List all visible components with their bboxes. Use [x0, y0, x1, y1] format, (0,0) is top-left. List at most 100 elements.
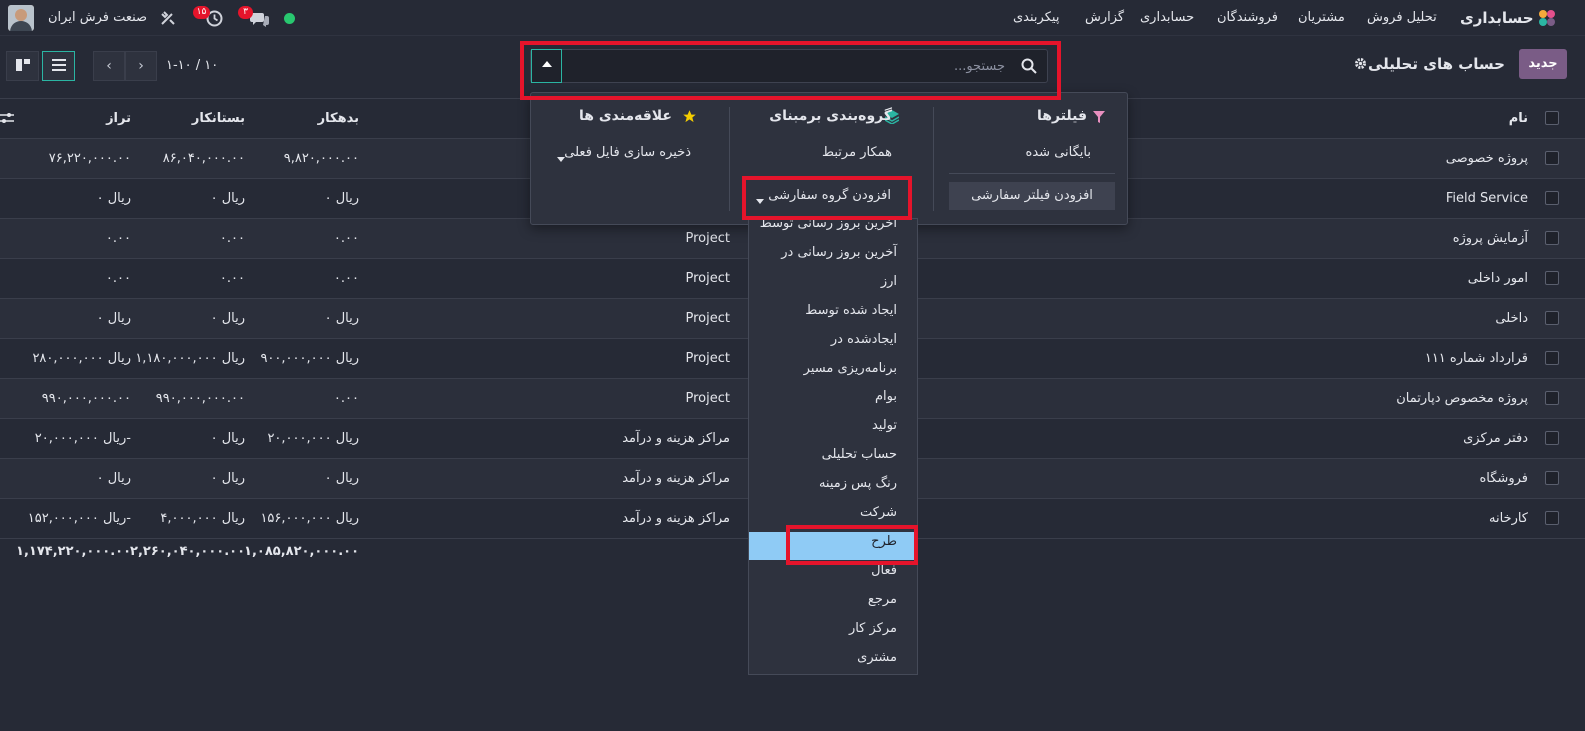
total-balance: ۱,۱۷۴,۲۲۰,۰۰۰.۰۰: [16, 544, 131, 559]
filter-archived[interactable]: بایگانی شده: [1026, 145, 1091, 160]
cell-name: آزمایش پروژه: [1452, 231, 1528, 246]
user-avatar[interactable]: [8, 5, 34, 31]
cell-plan: مراکز هزینه و درآمد: [622, 511, 730, 526]
company-name[interactable]: صنعت فرش ایران: [48, 10, 147, 25]
pager-next-button[interactable]: ›: [125, 51, 157, 81]
tools-icon[interactable]: [160, 10, 176, 26]
menu-customers[interactable]: مشتریان: [1298, 10, 1345, 25]
row-checkbox[interactable]: [1545, 311, 1559, 325]
row-checkbox[interactable]: [1545, 271, 1559, 285]
cell-name: فروشگاه: [1479, 471, 1528, 486]
cell-debit: ریال ۲۰,۰۰۰,۰۰۰: [267, 431, 359, 446]
group-option[interactable]: ایجاد شده توسط: [805, 297, 897, 325]
cell-plan: Project: [685, 231, 730, 246]
cell-debit: ریال ۰: [324, 311, 359, 326]
cell-credit: ریال ۱,۱۸۰,۰۰۰,۰۰۰: [135, 351, 245, 366]
menu-accounting[interactable]: حسابداری: [1140, 10, 1194, 25]
column-header-debit[interactable]: بدهکار: [318, 111, 359, 126]
group-option[interactable]: آخرین بروز رسانی در: [781, 239, 897, 267]
group-option[interactable]: حساب تحلیلی: [822, 441, 897, 469]
menu-sales-analysis[interactable]: تحلیل فروش: [1367, 10, 1437, 25]
group-option[interactable]: شرکت: [860, 499, 897, 527]
group-by-partner[interactable]: همکار مرتبط: [822, 145, 892, 160]
search-options-toggle[interactable]: [531, 49, 562, 83]
cell-balance: ریال ۰: [96, 191, 131, 206]
add-custom-filter-button[interactable]: افزودن فیلتر سفارشی: [949, 182, 1115, 210]
group-option[interactable]: ایجادشده در: [831, 326, 897, 354]
group-option[interactable]: رنگ پس زمینه: [819, 470, 897, 498]
new-button[interactable]: جدید: [1519, 49, 1567, 79]
row-checkbox[interactable]: [1545, 151, 1559, 165]
top-navbar: حسابداری تحلیل فروش مشتریان فروشندگان حس…: [0, 0, 1585, 36]
row-checkbox[interactable]: [1545, 471, 1559, 485]
column-settings-icon[interactable]: [0, 111, 14, 125]
menu-configuration[interactable]: پیکربندی: [1013, 10, 1059, 25]
cell-name: دفتر مرکزی: [1463, 431, 1528, 446]
total-debit: ۱,۰۸۵,۸۲۰,۰۰۰.۰۰: [244, 544, 359, 559]
group-option[interactable]: تولید: [872, 412, 897, 440]
kanban-view-button[interactable]: [6, 51, 39, 81]
group-option[interactable]: مشتری: [857, 644, 897, 672]
row-checkbox[interactable]: [1545, 511, 1559, 525]
add-custom-group-select[interactable]: افزودن گروه سفارشی: [744, 182, 901, 210]
app-logo-icon[interactable]: [1538, 9, 1556, 27]
filter-icon: [1093, 111, 1105, 127]
group-option[interactable]: مرجع: [868, 586, 897, 614]
filters-separator: [949, 173, 1115, 174]
column-header-balance[interactable]: تراز: [106, 111, 131, 126]
group-option[interactable]: آخرین بروز رسانی توسط: [760, 219, 897, 238]
cell-name: امور داخلی: [1467, 271, 1528, 286]
messages-icon[interactable]: [250, 10, 270, 28]
cell-name: کارخانه: [1488, 511, 1528, 526]
column-header-name[interactable]: نام: [1509, 111, 1528, 126]
group-option[interactable]: برنامه‌ریزی مسیر: [804, 355, 897, 383]
row-checkbox[interactable]: [1545, 191, 1559, 205]
app-name[interactable]: حسابداری: [1460, 9, 1534, 27]
menu-vendors[interactable]: فروشندگان: [1217, 10, 1278, 25]
status-dot-icon: [284, 13, 295, 24]
column-header-credit[interactable]: بستانکار: [192, 111, 245, 126]
column-divider: [729, 107, 730, 211]
row-checkbox[interactable]: [1545, 351, 1559, 365]
row-checkbox[interactable]: [1545, 231, 1559, 245]
group-option[interactable]: طرح: [871, 528, 897, 556]
group-option[interactable]: فعال: [871, 557, 897, 585]
cell-plan: Project: [685, 351, 730, 366]
search-icon: [1021, 58, 1037, 74]
cell-debit: ریال ۱۵۶,۰۰۰,۰۰۰: [260, 511, 359, 526]
search-input[interactable]: [565, 52, 1005, 80]
cell-name: داخلی: [1495, 311, 1528, 326]
cell-debit: ریال ۹۰۰,۰۰۰,۰۰۰: [260, 351, 359, 366]
cell-balance: ریال ۰: [96, 311, 131, 326]
group-option[interactable]: ارز: [881, 268, 897, 296]
column-divider: [933, 107, 934, 211]
kanban-view-icon: [15, 59, 30, 71]
cell-balance: ریال ۲۰,۰۰۰,۰۰۰-: [34, 431, 131, 446]
row-checkbox[interactable]: [1545, 431, 1559, 445]
star-icon: [682, 109, 697, 128]
pager-value[interactable]: ۱-۱۰ / ۱۰: [166, 58, 218, 73]
group-option[interactable]: بوام: [875, 383, 897, 411]
save-current-search[interactable]: ذخیره سازی فایل فعلی: [564, 145, 691, 160]
select-all-checkbox[interactable]: [1545, 111, 1559, 125]
cell-debit: ۹,۸۲۰,۰۰۰.۰۰: [283, 151, 359, 166]
cell-credit: ۹۹۰,۰۰۰,۰۰۰.۰۰: [155, 391, 245, 406]
list-view-icon: [51, 59, 66, 71]
add-custom-group-label: افزودن گروه سفارشی: [768, 188, 891, 203]
cell-credit: ۰.۰۰: [219, 271, 245, 286]
pager-previous-button[interactable]: ‹: [93, 51, 125, 81]
cell-balance: ۰.۰۰: [105, 231, 131, 246]
list-view-button[interactable]: [42, 51, 75, 81]
cell-credit: ریال ۰: [210, 191, 245, 206]
group-option[interactable]: مرکز کار: [849, 615, 897, 643]
menu-reporting[interactable]: گزارش: [1085, 10, 1124, 25]
cell-balance: ریال ۱۵۲,۰۰۰,۰۰۰-: [27, 511, 131, 526]
page-title: حساب های تحلیلی: [1368, 55, 1505, 73]
cell-name: پروژه خصوصی: [1445, 151, 1528, 166]
filters-title: فیلترها: [1037, 108, 1087, 124]
row-checkbox[interactable]: [1545, 391, 1559, 405]
gear-icon[interactable]: [1354, 57, 1367, 70]
caret-down-icon: [557, 151, 565, 166]
group-by-title: گروه‌بندی برمبنای: [769, 108, 892, 124]
cell-credit: ریال ۴,۰۰۰,۰۰۰: [160, 511, 245, 526]
